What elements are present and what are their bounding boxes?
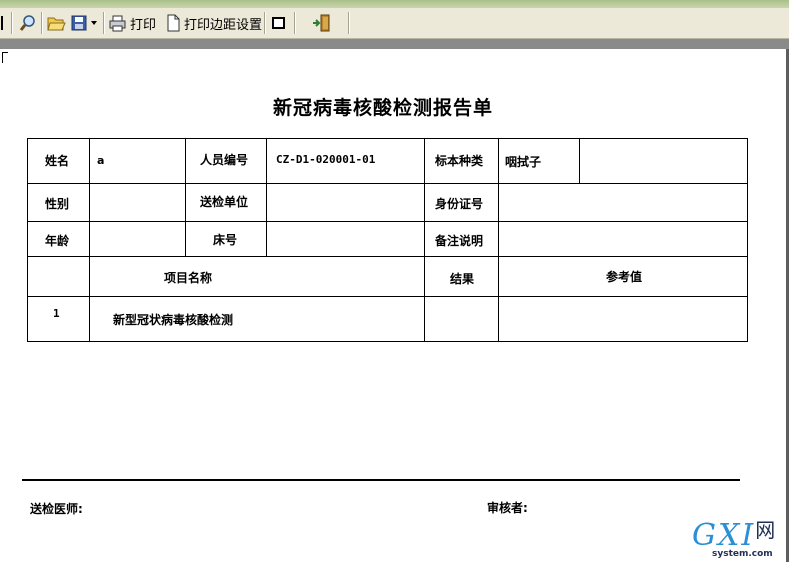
watermark-brand: GXI [692, 518, 756, 553]
window-title-strip [0, 0, 789, 8]
open-button[interactable] [47, 12, 66, 34]
watermark-domain: system.com [712, 549, 773, 559]
staff-number-value: CZ-D1-020001-01 [276, 153, 376, 166]
item-index: 1 [53, 307, 60, 320]
exit-door-icon [313, 14, 330, 32]
toolbar-separator [264, 12, 266, 34]
preview-gutter [0, 39, 789, 49]
table-line [747, 138, 748, 342]
footer-rule [22, 479, 740, 481]
reviewer-label: 审核者: [487, 501, 528, 515]
chevron-down-icon[interactable] [91, 20, 98, 26]
sending-physician-label: 送检医师: [30, 502, 83, 516]
grip-icon [1, 16, 3, 30]
rectangle-icon [272, 17, 285, 29]
print-margin-settings-label: 打印边距设置 [184, 17, 263, 33]
save-button[interactable] [70, 12, 98, 34]
table-line [185, 138, 186, 256]
magnifier-icon [19, 15, 35, 31]
reference-header: 参考值 [606, 270, 643, 284]
toolbar-separator [41, 12, 43, 34]
staff-number-label: 人员编号 [200, 153, 249, 167]
sample-type-label: 标本种类 [435, 154, 484, 168]
sample-type-value: 咽拭子 [505, 155, 542, 169]
id-number-label: 身份证号 [435, 197, 484, 211]
watermark-suffix: 网 [755, 518, 778, 542]
page-setup-button[interactable] [271, 12, 287, 34]
page-margin-mark [2, 52, 8, 63]
exit-button[interactable] [312, 12, 332, 34]
floppy-disk-icon [71, 15, 87, 31]
table-line [579, 138, 580, 183]
table-line [89, 138, 90, 342]
print-button[interactable]: 打印 [108, 12, 156, 34]
table-line [424, 138, 425, 342]
toolbar-separator [348, 12, 350, 34]
toolbar-grip [1, 12, 4, 34]
print-margin-settings-button[interactable]: 打印边距设置 [166, 12, 262, 34]
table-line [27, 138, 28, 342]
table-line [27, 341, 748, 342]
table-line [266, 138, 267, 256]
toolbar-separator [11, 12, 13, 34]
site-watermark: GXI网 system.com [692, 518, 782, 562]
zoom-button[interactable] [19, 12, 37, 34]
table-line [27, 183, 748, 184]
item-name-header: 项目名称 [164, 271, 213, 285]
gender-label: 性别 [45, 197, 70, 211]
age-label: 年龄 [45, 234, 70, 248]
submitting-unit-label: 送检单位 [200, 195, 249, 209]
toolbar-separator [103, 12, 105, 34]
page-icon [167, 14, 180, 32]
bed-number-label: 床号 [213, 233, 238, 247]
table-line [498, 138, 499, 342]
table-line [27, 256, 748, 257]
folder-open-icon [47, 17, 66, 31]
printer-icon [109, 15, 126, 32]
table-line [27, 138, 748, 139]
table-line [27, 221, 748, 222]
table-line [27, 296, 748, 297]
name-label: 姓名 [45, 154, 70, 168]
report-page [0, 49, 786, 562]
item-name: 新型冠状病毒核酸检测 [113, 313, 234, 327]
toolbar-separator [294, 12, 296, 34]
print-button-label: 打印 [130, 17, 157, 33]
name-value: a [97, 154, 105, 167]
report-title: 新冠病毒核酸检测报告单 [272, 97, 493, 119]
remark-label: 备注说明 [435, 234, 484, 248]
print-preview-toolbar: 打印 打印边距设置 [0, 8, 789, 39]
result-header: 结果 [450, 272, 475, 286]
